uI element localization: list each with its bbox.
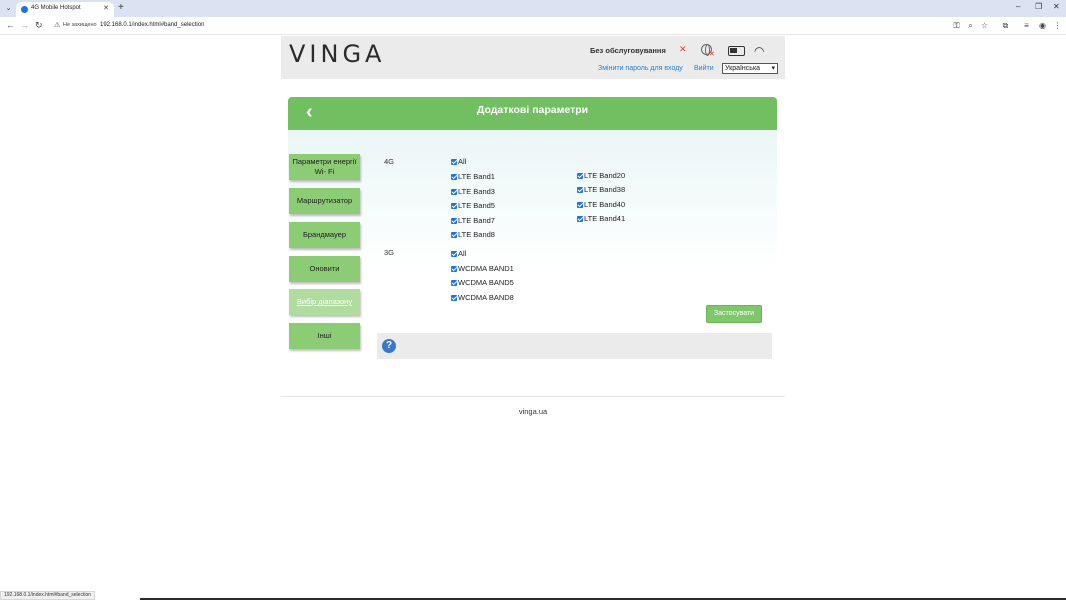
router-header: VINGA Без обслуговування ✕ ✕ ◠ Змінити п… [281, 36, 785, 79]
profile-icon[interactable]: ◉ [1038, 21, 1047, 30]
sidebar-item-update[interactable]: Оновити [289, 256, 360, 282]
change-password-link[interactable]: Змінити пароль для входу [598, 65, 683, 72]
help-icon[interactable]: ? [382, 339, 396, 353]
lte-band-checkbox[interactable]: LTE Band5 [451, 201, 495, 210]
battery-icon [728, 46, 745, 56]
restore-icon[interactable]: ❐ [1035, 2, 1042, 11]
wcdma-all-checkbox[interactable]: All [451, 249, 466, 258]
language-select[interactable]: Українська [722, 63, 778, 74]
lte-all-checkbox[interactable]: All [451, 157, 466, 166]
checkbox-checked-icon[interactable] [451, 250, 457, 257]
checkbox-checked-icon[interactable] [451, 294, 457, 301]
forward-icon[interactable]: → [20, 20, 29, 30]
close-window-icon[interactable]: ✕ [1053, 2, 1060, 11]
checkbox-label: LTE Band40 [584, 200, 626, 209]
checkbox-label: All [458, 249, 467, 258]
zoom-icon[interactable]: ⌕ [966, 21, 975, 30]
checkbox-label: LTE Band38 [584, 185, 626, 194]
disconnected-icon: ✕ [709, 51, 715, 58]
not-secure-label: Не захищено [63, 22, 97, 28]
favicon-icon [21, 6, 28, 13]
back-icon[interactable]: ← [6, 20, 15, 30]
checkbox-checked-icon[interactable] [451, 202, 457, 209]
browser-tab[interactable]: 4G Mobile Hotspot ✕ [16, 2, 114, 17]
url-text[interactable]: 192.168.0.1/index.html#band_selection [100, 22, 204, 28]
checkbox-label: LTE Band8 [458, 230, 495, 239]
checkbox-checked-icon[interactable] [451, 173, 457, 180]
checkbox-label: LTE Band41 [584, 214, 626, 223]
checkbox-checked-icon[interactable] [451, 231, 457, 238]
checkbox-label: LTE Band1 [458, 172, 495, 181]
checkbox-label: WCDMA BAND1 [458, 264, 514, 273]
checkbox-label: LTE Band7 [458, 216, 495, 225]
checkbox-label: WCDMA BAND5 [458, 278, 514, 287]
checkbox-label: LTE Band20 [584, 171, 626, 180]
checkbox-checked-icon[interactable] [451, 158, 457, 165]
sidebar-item-router[interactable]: Маршрутизатор [289, 188, 360, 214]
lte-band-checkbox[interactable]: LTE Band3 [451, 187, 495, 196]
apply-button[interactable]: Застосувати [706, 305, 762, 323]
lte-band-checkbox[interactable]: LTE Band7 [451, 216, 495, 225]
lte-band-checkbox[interactable]: LTE Band1 [451, 172, 495, 181]
browser-tab-bar: ⌄ 4G Mobile Hotspot ✕ + – ❐ ✕ [0, 0, 1066, 17]
tab-search-icon[interactable]: ⌄ [3, 3, 14, 14]
checkbox-checked-icon[interactable] [577, 186, 583, 193]
content-panel [288, 130, 777, 362]
help-bar: ? [377, 333, 772, 359]
checkbox-label: LTE Band5 [458, 201, 495, 210]
reload-icon[interactable]: ↻ [35, 20, 43, 31]
checkbox-checked-icon[interactable] [451, 217, 457, 224]
media-icon[interactable]: ≡ [1022, 21, 1031, 30]
lte-band-checkbox[interactable]: LTE Band41 [577, 214, 625, 223]
checkbox-label: LTE Band3 [458, 187, 495, 196]
logout-link[interactable]: Вийти [694, 65, 714, 72]
checkbox-checked-icon[interactable] [451, 265, 457, 272]
lte-band-checkbox[interactable]: LTE Band8 [451, 230, 495, 239]
new-tab-button[interactable]: + [118, 2, 124, 13]
no-sim-icon: ✕ [679, 44, 687, 54]
checkbox-label: All [458, 157, 467, 166]
sidebar-item-band-selection[interactable]: Вибір діапазону [289, 289, 360, 315]
page-title-bar: ‹ Додаткові параметри [288, 97, 777, 130]
lte-band-checkbox[interactable]: LTE Band40 [577, 200, 625, 209]
omnibox[interactable]: ⚠ Не захищено 192.168.0.1/index.html#ban… [48, 19, 948, 33]
sidebar-item-other[interactable]: Інші [289, 323, 360, 349]
wcdma-band-checkbox[interactable]: WCDMA BAND5 [451, 278, 514, 287]
wcdma-band-checkbox[interactable]: WCDMA BAND1 [451, 264, 514, 273]
checkbox-checked-icon[interactable] [577, 215, 583, 222]
footer-text[interactable]: vinga.ua [0, 407, 1066, 416]
status-bar-url: 192.168.0.1/index.html#band_selection [0, 591, 96, 600]
wcdma-band-checkbox[interactable]: WCDMA BAND8 [451, 293, 514, 302]
checkbox-checked-icon[interactable] [451, 188, 457, 195]
lte-band-checkbox[interactable]: LTE Band20 [577, 171, 625, 180]
lte-band-checkbox[interactable]: LTE Band38 [577, 185, 625, 194]
address-bar-row: ← → ↻ ⚠ Не захищено 192.168.0.1/index.ht… [0, 17, 1066, 35]
lte-section-label: 4G [384, 157, 395, 166]
not-secure-icon[interactable]: ⚠ [54, 21, 60, 29]
extensions-icon[interactable]: ⧉ [1001, 21, 1010, 30]
sidebar-item-firewall[interactable]: Брандмауер [289, 222, 360, 248]
footer-divider [281, 396, 785, 397]
checkbox-checked-icon[interactable] [577, 201, 583, 208]
network-status: Без обслуговування [590, 46, 666, 55]
sidebar-item-wifi-power[interactable]: Параметри енергії Wi- Fi [289, 154, 360, 180]
page-title: Додаткові параметри [476, 104, 589, 116]
tab-title: 4G Mobile Hotspot [31, 5, 81, 11]
vinga-logo: VINGA [289, 40, 386, 68]
minimize-icon[interactable]: – [1016, 2, 1020, 11]
menu-icon[interactable]: ⋮ [1053, 21, 1062, 30]
bookmark-star-icon[interactable]: ☆ [980, 21, 989, 30]
password-key-icon[interactable]: ⚿ [952, 21, 961, 30]
checkbox-checked-icon[interactable] [451, 279, 457, 286]
checkbox-label: WCDMA BAND8 [458, 293, 514, 302]
wcdma-section-label: 3G [384, 248, 395, 257]
wifi-icon: ◠ [754, 44, 765, 58]
checkbox-checked-icon[interactable] [577, 172, 583, 179]
tab-close-icon[interactable]: ✕ [103, 4, 109, 12]
